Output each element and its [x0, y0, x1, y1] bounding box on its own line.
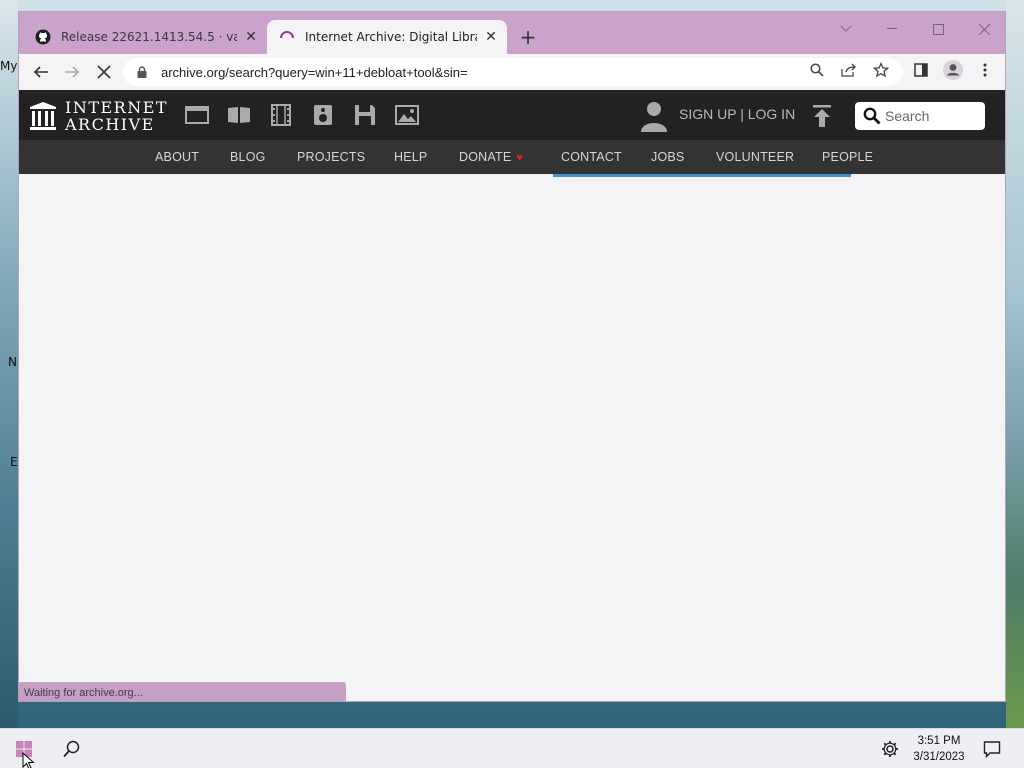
- maximize-button[interactable]: [915, 16, 961, 42]
- nav-projects[interactable]: PROJECTS: [297, 150, 365, 164]
- nav-blog[interactable]: BLOG: [230, 150, 266, 164]
- ia-logo-line1: INTERNET: [65, 98, 169, 117]
- heart-icon: ♥: [516, 152, 524, 164]
- notification-icon[interactable]: [980, 737, 1004, 761]
- video-icon[interactable]: [268, 103, 294, 127]
- nav-donate[interactable]: DONATE ♥: [459, 150, 523, 164]
- lock-icon[interactable]: [137, 66, 151, 78]
- bookmark-star-icon[interactable]: [869, 58, 893, 82]
- desktop-right-strip: [1006, 0, 1024, 728]
- nav-active-indicator: [553, 174, 851, 177]
- share-icon[interactable]: [837, 58, 861, 82]
- address-bar[interactable]: archive.org/search?query=win+11+debloat+…: [123, 58, 903, 86]
- signup-login-link[interactable]: SIGN UP | LOG IN: [679, 106, 795, 122]
- close-icon[interactable]: ✕: [243, 29, 259, 45]
- mouse-cursor-icon: [22, 752, 35, 768]
- clock-date: 3/31/2023: [913, 751, 965, 763]
- taskbar-clock[interactable]: 3:51 PM 3/31/2023: [904, 733, 974, 765]
- taskbar: 3:51 PM 3/31/2023: [0, 728, 1024, 768]
- desktop-icon-label-2[interactable]: N: [8, 355, 17, 369]
- zoom-search-icon[interactable]: [805, 58, 829, 82]
- address-url[interactable]: archive.org/search?query=win+11+debloat+…: [161, 65, 903, 80]
- stop-loading-icon[interactable]: [92, 60, 116, 84]
- upload-icon[interactable]: [811, 104, 833, 128]
- profile-avatar-icon[interactable]: [941, 58, 965, 82]
- github-icon: [35, 29, 51, 45]
- browser-window: Release 22621.1413.54.5 · valinet ✕ Inte…: [18, 11, 1006, 702]
- tab-search-chevron-icon[interactable]: [823, 16, 869, 42]
- ia-nav-bar: ABOUT BLOG PROJECTS HELP DONATE ♥ CONTACT…: [19, 140, 1005, 174]
- clock-time: 3:51 PM: [917, 735, 961, 747]
- software-icon[interactable]: [352, 103, 378, 127]
- search-placeholder[interactable]: Search: [885, 108, 929, 124]
- nav-jobs[interactable]: JOBS: [651, 150, 684, 164]
- search-icon[interactable]: [60, 737, 84, 761]
- texts-icon[interactable]: [226, 103, 252, 127]
- menu-dots-icon[interactable]: [973, 58, 997, 82]
- ia-temple-icon: [30, 102, 56, 130]
- ia-logo-line2: ARCHIVE: [65, 115, 155, 134]
- status-bar: Waiting for archive.org...: [19, 682, 346, 701]
- new-tab-button[interactable]: +: [517, 25, 539, 49]
- nav-volunteer[interactable]: VOLUNTEER: [716, 150, 794, 164]
- nav-about[interactable]: ABOUT: [155, 150, 199, 164]
- user-avatar-icon[interactable]: [639, 100, 669, 132]
- forward-arrow-icon[interactable]: [60, 60, 84, 84]
- back-arrow-icon[interactable]: [29, 60, 53, 84]
- audio-icon[interactable]: [310, 103, 336, 127]
- minimize-button[interactable]: [869, 16, 915, 42]
- ia-header: INTERNET ARCHIVE SIGN UP | LOG IN Search: [19, 90, 1005, 140]
- ia-logo[interactable]: INTERNET ARCHIVE: [29, 99, 168, 133]
- nav-donate-label: DONATE: [459, 150, 512, 164]
- nav-help[interactable]: HELP: [394, 150, 427, 164]
- desktop-icon-label-3[interactable]: E: [10, 455, 18, 469]
- images-icon[interactable]: [394, 103, 420, 127]
- settings-gear-icon[interactable]: [878, 737, 902, 761]
- tab-strip: Release 22621.1413.54.5 · valinet ✕ Inte…: [19, 12, 1005, 54]
- close-icon[interactable]: ✕: [483, 29, 499, 45]
- close-window-button[interactable]: [961, 16, 1005, 42]
- loading-spinner-icon: [279, 29, 295, 45]
- tab-title: Release 22621.1413.54.5 · valinet: [61, 30, 237, 44]
- side-panel-icon[interactable]: [909, 58, 933, 82]
- ia-search-box[interactable]: Search: [855, 102, 985, 130]
- desktop-icon-label-1[interactable]: My: [0, 59, 17, 73]
- browser-toolbar: archive.org/search?query=win+11+debloat+…: [19, 54, 1005, 90]
- tab-internet-archive[interactable]: Internet Archive: Digital Library of ✕: [267, 20, 507, 54]
- web-icon[interactable]: [184, 103, 210, 127]
- tab-github-release[interactable]: Release 22621.1413.54.5 · valinet ✕: [23, 20, 267, 54]
- search-icon: [863, 107, 881, 125]
- page-content-area: [19, 174, 1005, 701]
- tab-title: Internet Archive: Digital Library of: [305, 30, 477, 44]
- nav-people[interactable]: PEOPLE: [822, 150, 873, 164]
- nav-contact[interactable]: CONTACT: [561, 150, 622, 164]
